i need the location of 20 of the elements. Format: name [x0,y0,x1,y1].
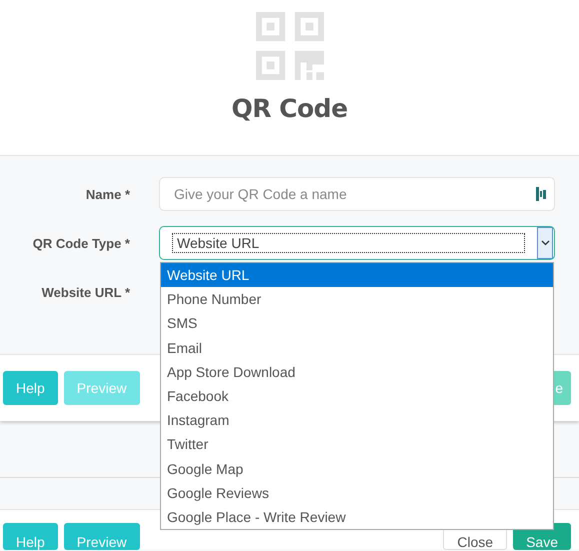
page-title: QR Code [231,94,348,123]
type-select[interactable]: Website URL [159,226,555,260]
dropdown-option[interactable]: Email [161,336,553,360]
dropdown-option[interactable]: Instagram [161,408,553,432]
dropdown-option[interactable]: SMS [161,311,553,336]
text-input[interactable]: Give your QR Code a name [172,185,536,203]
dropdown-option[interactable]: Phone Number [161,287,553,312]
field-label: Website URL * [40,284,130,300]
qr-code-icon [256,12,324,80]
dropdown-option[interactable]: Website URL [161,263,553,288]
chevron-down-icon [540,240,550,246]
name-field[interactable]: Give your QR Code a name [159,177,555,211]
button: Preview [64,371,140,405]
field-label: QR Code Type * [32,236,130,250]
dropdown-option[interactable]: Google Map [161,456,553,481]
bars-icon [536,187,546,201]
field-label: Name * [84,186,130,202]
dropdown-option[interactable]: Google Reviews [161,480,553,505]
dropdown-option[interactable]: Twitter [161,432,553,456]
dropdown-button[interactable] [537,227,553,259]
